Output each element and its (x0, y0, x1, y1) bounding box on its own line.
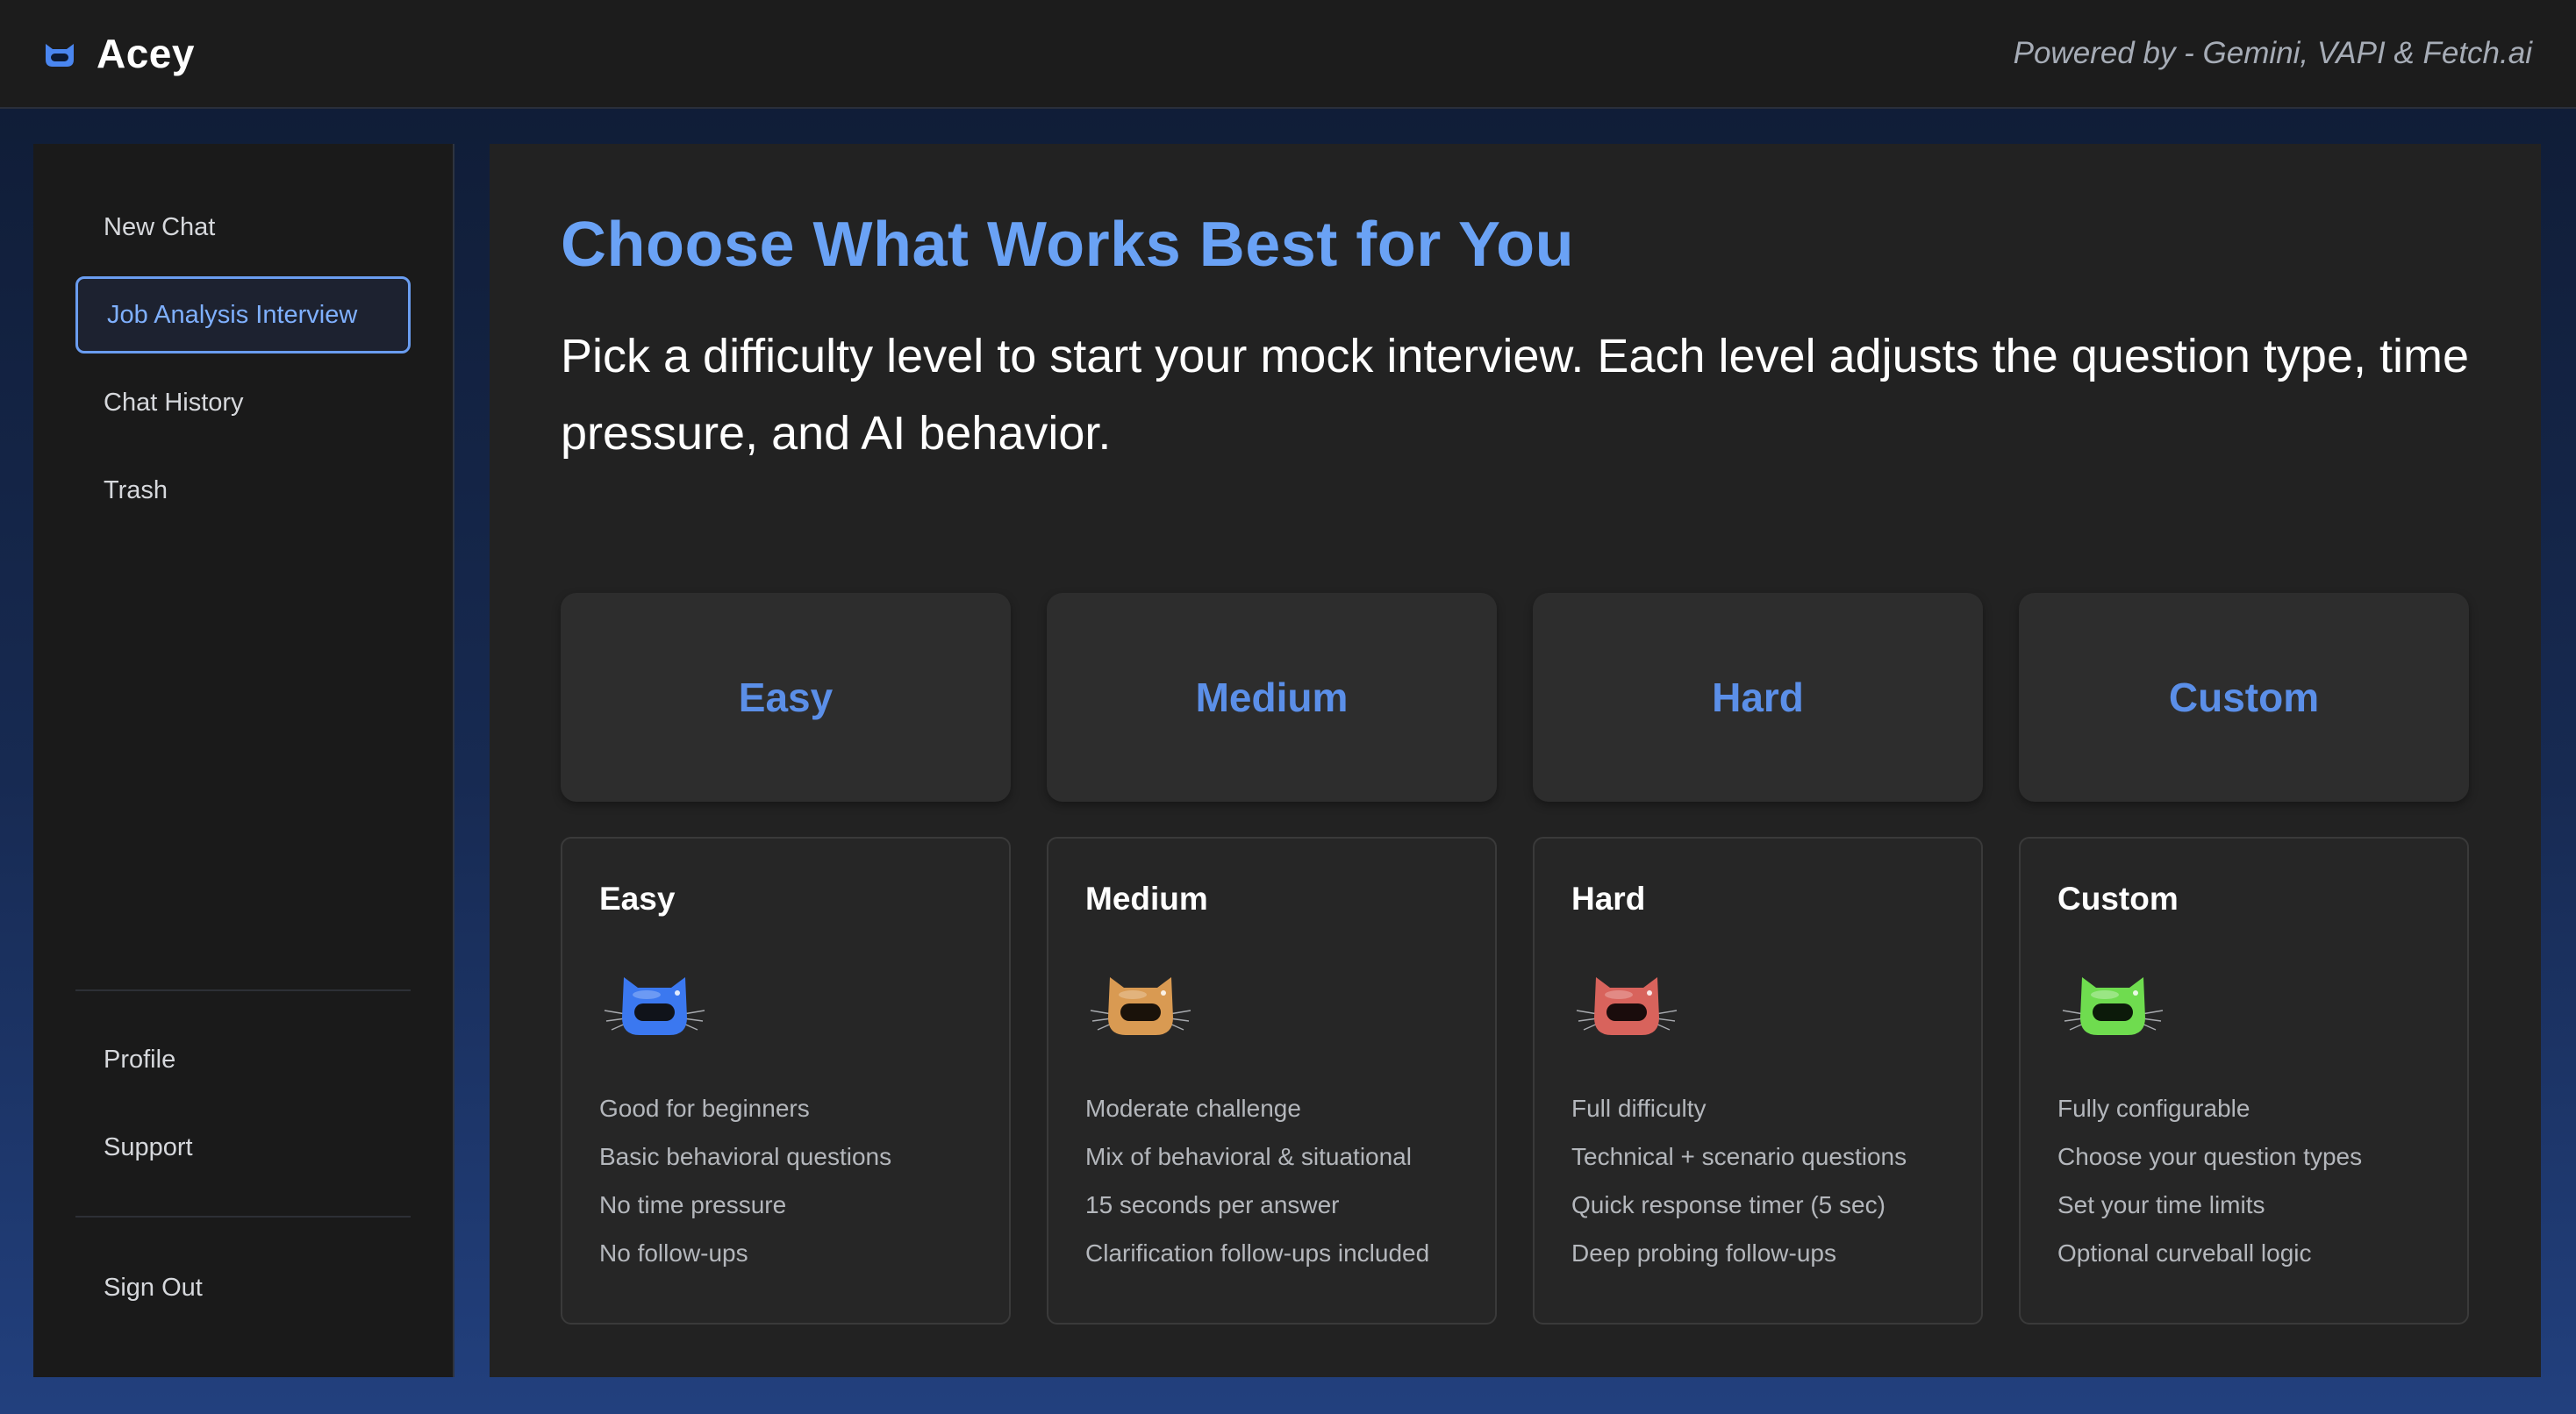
sign-out-label: Sign Out (104, 1273, 203, 1302)
blue-cat-icon (604, 977, 705, 1035)
sidebar-item-trash[interactable]: Trash (75, 452, 411, 529)
list-item: Technical + scenario questions (1571, 1143, 1907, 1170)
powered-by-text: Powered by - Gemini, VAPI & Fetch.ai (2013, 36, 2532, 70)
easy-level-button[interactable]: Easy (561, 593, 1011, 802)
sidebar-item-profile[interactable]: Profile (75, 1021, 411, 1098)
orange-cat-icon (1090, 977, 1191, 1035)
list-item: Fully configurable (2057, 1095, 2250, 1122)
card-title: Medium (1085, 881, 1208, 917)
sidebar-divider (75, 1216, 411, 1218)
cat-face-logo-icon (46, 44, 74, 67)
list-item: Choose your question types (2057, 1143, 2363, 1170)
feature-list: Full difficulty Technical + scenario que… (1571, 1093, 1907, 1286)
easy-level-card[interactable]: Easy Good for beginners Basic behavioral… (561, 837, 1011, 1325)
sidebar-item-support[interactable]: Support (75, 1109, 411, 1186)
hard-level-button[interactable]: Hard (1533, 593, 1983, 802)
app-name: Acey (97, 31, 195, 76)
brand[interactable]: Acey (42, 30, 195, 77)
list-item: Optional curveball logic (2057, 1239, 2312, 1267)
sidebar-divider (75, 989, 411, 991)
custom-level-card[interactable]: Custom Fully configurable Choose your qu… (2019, 837, 2469, 1325)
feature-list: Moderate challenge Mix of behavioral & s… (1085, 1093, 1429, 1286)
main-panel: Choose What Works Best for You Pick a di… (490, 144, 2541, 1377)
custom-level-button[interactable]: Custom (2019, 593, 2469, 802)
medium-level-card[interactable]: Medium Moderate challenge Mix of behavio… (1047, 837, 1497, 1325)
sidebar-item-new-chat[interactable]: New Chat (75, 189, 411, 266)
sidebar-item-label: Chat History (104, 388, 244, 417)
top-bar: Acey Powered by - Gemini, VAPI & Fetch.a… (0, 0, 2576, 109)
list-item: Good for beginners (599, 1095, 810, 1122)
list-item: Quick response timer (5 sec) (1571, 1191, 1885, 1218)
red-cat-icon (1576, 977, 1678, 1035)
feature-list: Good for beginners Basic behavioral ques… (599, 1093, 891, 1286)
green-cat-icon (2062, 977, 2164, 1035)
sidebar: New Chat Job Analysis Interview Chat His… (33, 144, 454, 1377)
list-item: Basic behavioral questions (599, 1143, 892, 1170)
list-item: 15 seconds per answer (1085, 1191, 1340, 1218)
sidebar-item-label: Support (104, 1132, 193, 1161)
page-title: Choose What Works Best for You (561, 210, 1575, 280)
list-item: Moderate challenge (1085, 1095, 1301, 1122)
sign-out-button[interactable]: Sign Out (75, 1249, 411, 1326)
list-item: Full difficulty (1571, 1095, 1707, 1122)
feature-list: Fully configurable Choose your question … (2057, 1093, 2362, 1286)
sidebar-item-label: Job Analysis Interview (107, 300, 358, 329)
card-title: Easy (599, 881, 676, 917)
list-item: Deep probing follow-ups (1571, 1239, 1836, 1267)
card-title: Custom (2057, 881, 2179, 917)
list-item: Clarification follow-ups included (1085, 1239, 1430, 1267)
page-subtitle: Pick a difficulty level to start your mo… (561, 330, 2470, 460)
sidebar-item-job-analysis-interview[interactable]: Job Analysis Interview (75, 276, 411, 354)
list-item: Set your time limits (2057, 1191, 2265, 1218)
medium-level-button[interactable]: Medium (1047, 593, 1497, 802)
list-item: No time pressure (599, 1191, 787, 1218)
sidebar-item-label: Profile (104, 1045, 176, 1074)
list-item: Mix of behavioral & situational (1085, 1143, 1412, 1170)
hard-level-card[interactable]: Hard Full difficulty Technical + scenari… (1533, 837, 1983, 1325)
card-title: Hard (1571, 881, 1646, 917)
sidebar-item-label: Trash (104, 475, 168, 504)
sidebar-item-label: New Chat (104, 212, 216, 241)
list-item: No follow-ups (599, 1239, 748, 1267)
sidebar-item-chat-history[interactable]: Chat History (75, 364, 411, 441)
